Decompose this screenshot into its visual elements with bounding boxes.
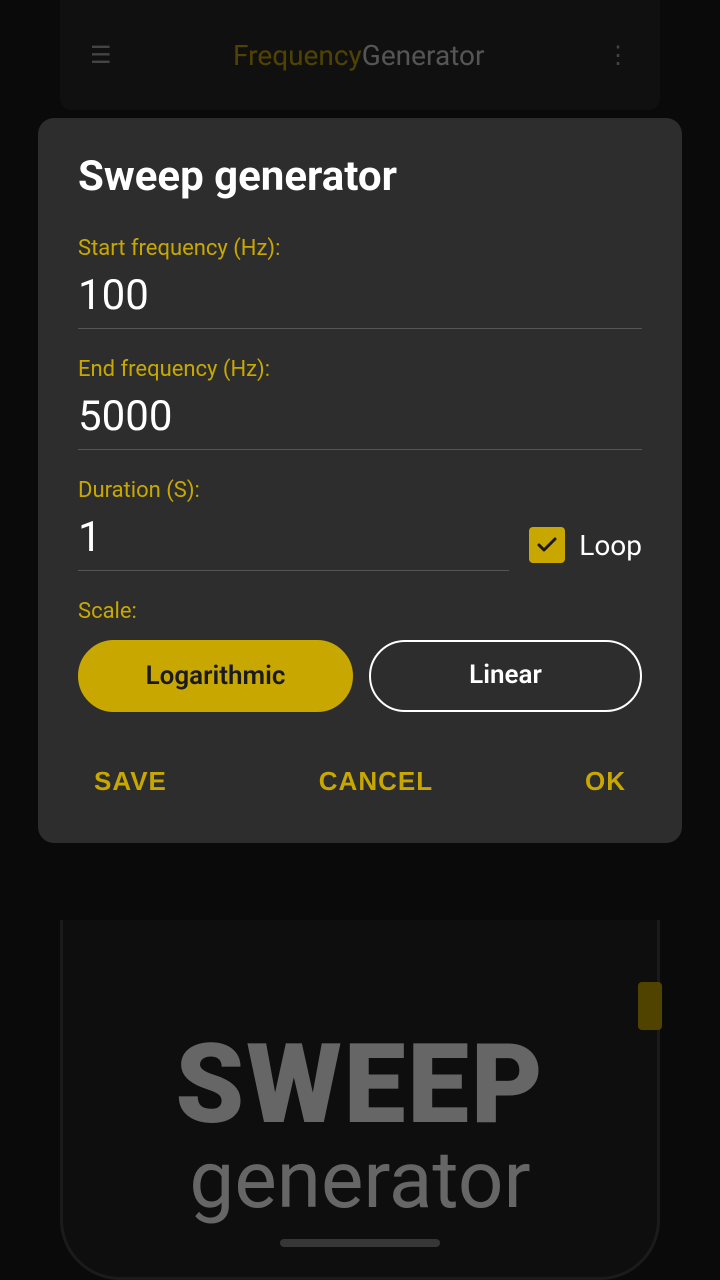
duration-input[interactable]: 1: [78, 513, 509, 571]
scale-label: Scale:: [78, 599, 642, 624]
start-freq-field: Start frequency (Hz): 100: [78, 236, 642, 329]
save-button[interactable]: SAVE: [78, 756, 183, 807]
loop-checkbox[interactable]: [529, 527, 565, 563]
start-freq-label: Start frequency (Hz):: [78, 236, 642, 261]
loop-container: Loop: [529, 527, 642, 571]
scale-linear-button[interactable]: Linear: [369, 640, 642, 712]
dialog-title: Sweep generator: [78, 154, 642, 200]
end-freq-field: End frequency (Hz): 5000: [78, 357, 642, 450]
ok-button[interactable]: OK: [569, 756, 642, 807]
scale-buttons: Logarithmic Linear: [78, 640, 642, 712]
end-freq-label: End frequency (Hz):: [78, 357, 642, 382]
loop-label: Loop: [579, 529, 642, 562]
duration-label: Duration (S):: [78, 478, 642, 503]
sweep-generator-dialog: Sweep generator Start frequency (Hz): 10…: [38, 118, 682, 843]
end-freq-input[interactable]: 5000: [78, 392, 642, 450]
dialog-actions: SAVE CANCEL OK: [78, 748, 642, 807]
scale-logarithmic-button[interactable]: Logarithmic: [78, 640, 353, 712]
start-freq-input[interactable]: 100: [78, 271, 642, 329]
duration-loop-row: 1 Loop: [78, 513, 642, 571]
cancel-button[interactable]: CANCEL: [303, 756, 449, 807]
